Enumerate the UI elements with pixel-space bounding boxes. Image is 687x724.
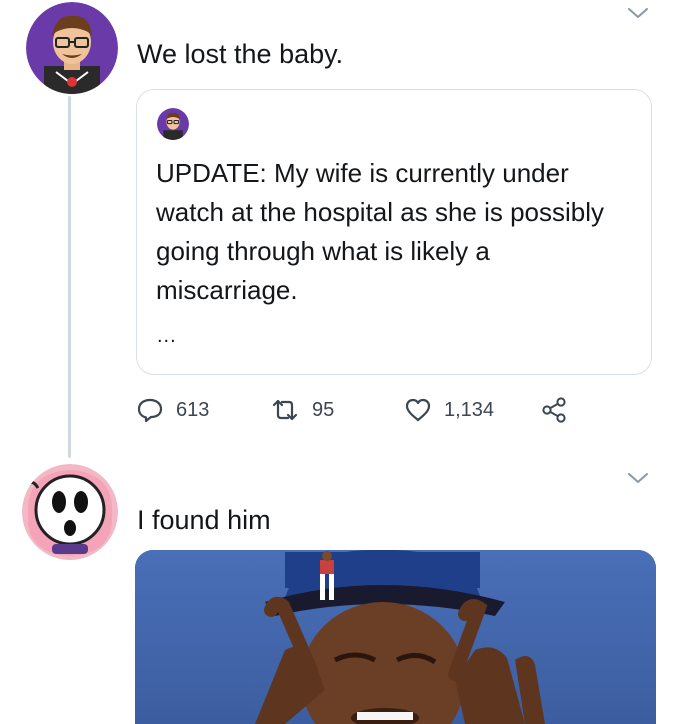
quoted-tweet-avatar <box>157 108 189 140</box>
like-count: 1,134 <box>444 398 495 421</box>
reply-button[interactable]: 613 <box>136 394 209 426</box>
chevron-down-icon[interactable] <box>626 470 650 486</box>
quoted-tweet-ellipsis: ... <box>157 325 177 347</box>
tweet-text: We lost the baby. <box>137 39 344 69</box>
tweet-actions: 613 95 1,134 <box>136 394 586 426</box>
like-button[interactable]: 1,134 <box>404 394 494 426</box>
avatar[interactable] <box>26 2 118 94</box>
tweet-text: I found him <box>137 505 271 535</box>
avatar[interactable] <box>22 464 118 560</box>
chevron-down-icon[interactable] <box>626 5 650 21</box>
share-button[interactable] <box>540 394 568 426</box>
reply-icon <box>137 398 163 423</box>
thread-connector-line <box>68 96 71 458</box>
tweet-media-image[interactable] <box>135 550 656 724</box>
quoted-tweet-text: UPDATE: My wife is currently under watch… <box>156 158 605 305</box>
retweet-icon <box>272 399 298 421</box>
share-icon <box>542 397 566 423</box>
retweet-count: 95 <box>312 398 335 421</box>
reply-count: 613 <box>176 398 210 421</box>
retweet-button[interactable]: 95 <box>270 394 334 426</box>
quoted-tweet[interactable]: UPDATE: My wife is currently under watch… <box>136 89 652 375</box>
heart-icon <box>405 398 431 422</box>
